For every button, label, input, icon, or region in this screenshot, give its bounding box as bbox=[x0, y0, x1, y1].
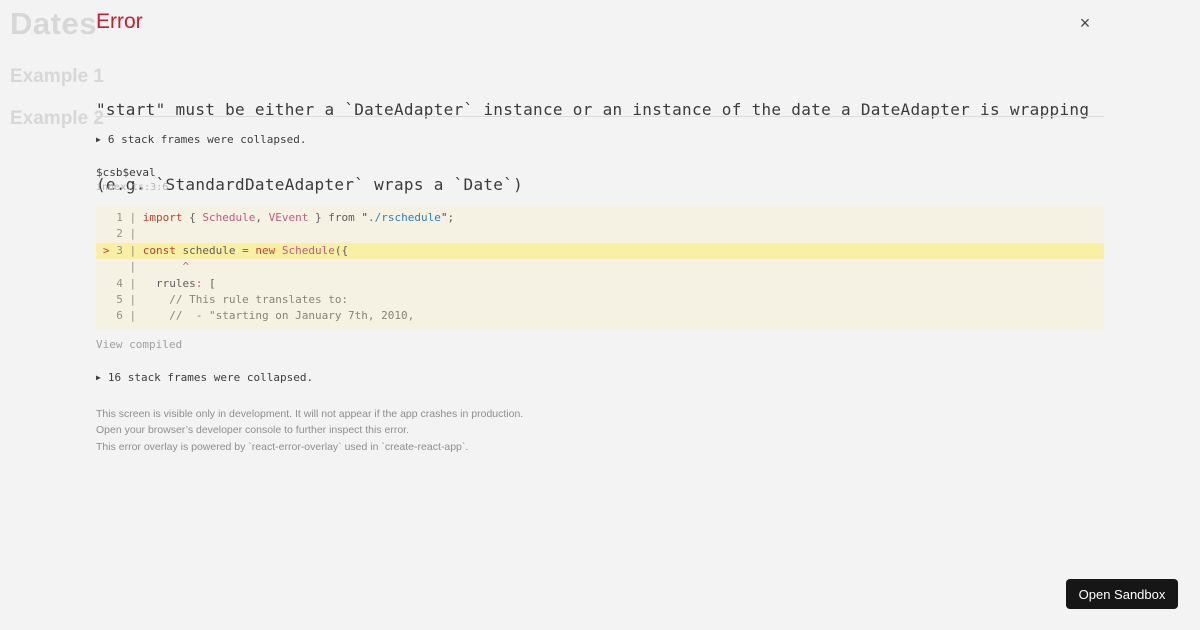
collapsed-frames-top[interactable]: ▶ 6 stack frames were collapsed. bbox=[96, 133, 307, 146]
code-line: 1 | import { Schedule, VEvent } from "./… bbox=[103, 211, 455, 224]
footer-line: This screen is visible only in developme… bbox=[96, 408, 524, 420]
collapse-arrow-icon: ▶ bbox=[96, 373, 101, 382]
code-line: 5 | // This rule translates to: bbox=[103, 293, 349, 307]
footer-line: This error overlay is powered by `react-… bbox=[96, 440, 469, 453]
background-heading-example-2: Example 2 bbox=[10, 108, 104, 129]
error-message-line: (e.g. `StandardDateAdapter` wraps a `Dat… bbox=[96, 175, 524, 194]
collapsed-frames-top-label: 6 stack frames were collapsed. bbox=[107, 133, 307, 146]
background-page-title: Dates bbox=[10, 6, 97, 41]
code-frame: 1 | import { Schedule, VEvent } from "./… bbox=[96, 206, 1104, 330]
code-line-highlighted: > 3 | const schedule = new Schedule({ bbox=[96, 242, 1104, 260]
error-title: Error bbox=[96, 10, 143, 33]
collapsed-frames-bottom[interactable]: ▶ 16 stack frames were collapsed. bbox=[96, 371, 313, 384]
collapse-arrow-icon: ▶ bbox=[96, 135, 101, 144]
footer-line: Open your browser’s developer console to… bbox=[96, 424, 410, 437]
view-compiled-link[interactable]: View compiled bbox=[96, 338, 182, 351]
error-message-line: "start" must be either a `DateAdapter` i… bbox=[96, 100, 1090, 119]
code-line: 2 | bbox=[103, 227, 143, 241]
code-line: | ^ bbox=[103, 260, 190, 274]
error-overlay: Error × "start" must be either a `DateAd… bbox=[96, 0, 1104, 630]
stack-frame-function: $csb$eval bbox=[96, 166, 156, 179]
code-line: 4 | rrules: [ bbox=[103, 276, 216, 290]
open-sandbox-button[interactable]: Open Sandbox bbox=[1066, 579, 1178, 609]
collapsed-frames-bottom-label: 16 stack frames were collapsed. bbox=[107, 371, 314, 384]
header-divider bbox=[96, 116, 1104, 117]
code-line: 6 | // - "starting on January 7th, 2010, bbox=[103, 309, 415, 323]
background-heading-example-1: Example 1 bbox=[10, 66, 104, 87]
stack-frame-location: index.ts:3:6 bbox=[96, 182, 169, 193]
close-icon[interactable]: × bbox=[1074, 12, 1096, 34]
overlay-footer: This screen is visible only in developme… bbox=[96, 406, 523, 455]
page: Dates Example 1 Example 2 Error × "start… bbox=[0, 0, 1200, 630]
